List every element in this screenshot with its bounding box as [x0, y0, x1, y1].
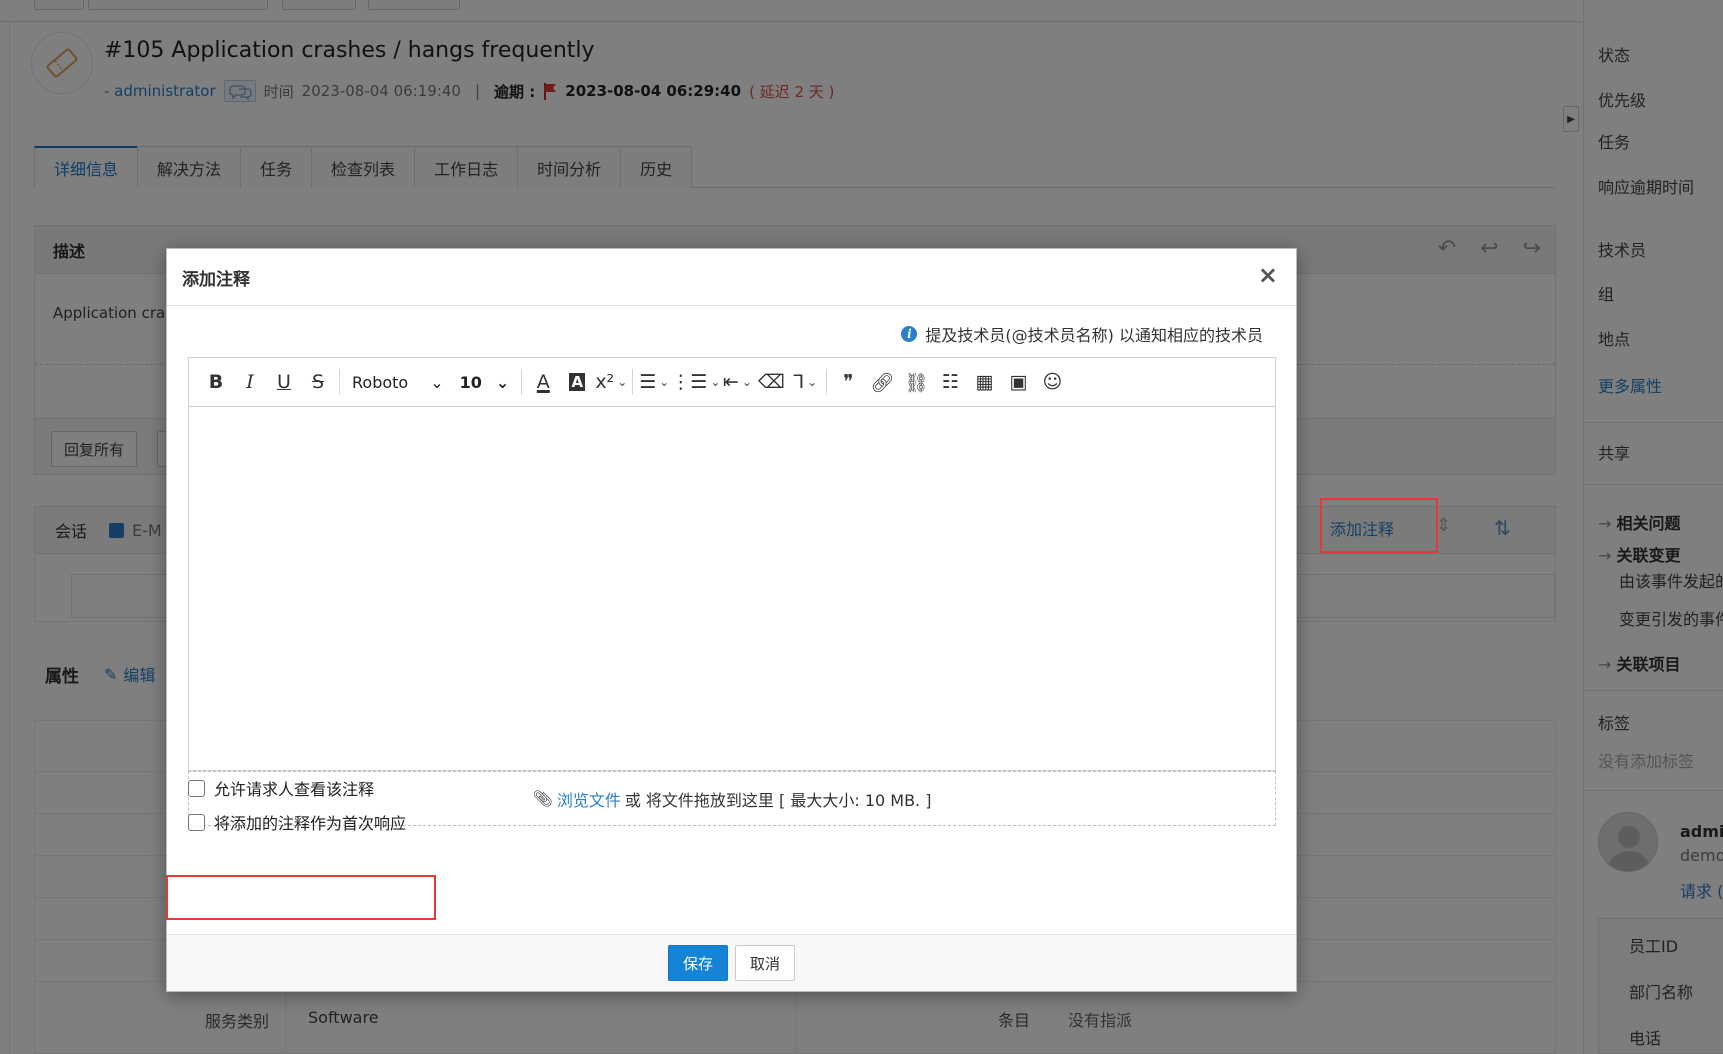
quote-icon[interactable]: ❞ [831, 366, 865, 398]
eraser-icon[interactable]: ⌫ [754, 366, 788, 398]
first-response-checkbox[interactable] [188, 813, 205, 831]
browse-files-link[interactable]: 浏览文件 [557, 787, 621, 811]
strikethrough-button[interactable]: S [301, 366, 335, 398]
font-family-value: Roboto [352, 372, 409, 392]
unlink-icon[interactable]: ⛓︎ [899, 366, 933, 398]
allow-requester-label: 允许请求人查看该注释 [214, 780, 375, 799]
editor-toolbar: B I U S Roboto ⌄ 10 ⌄ A A x² ⌄ ☰ ⌄ ⋮☰ ⌄ ⇤ ⌄ … [189, 358, 1275, 407]
highlight-first-response [166, 875, 436, 920]
align-icon[interactable]: ☰ ⌄ [637, 366, 671, 398]
emoji-icon[interactable]: ☺ [1035, 366, 1069, 398]
line-height-icon[interactable]: Ꞁ ⌄ [788, 366, 822, 398]
text-color-icon[interactable]: A [526, 366, 560, 398]
table-icon[interactable]: ▦ [967, 366, 1001, 398]
bold-button[interactable]: B [199, 366, 233, 398]
info-icon: i [901, 326, 918, 342]
dialog-header: 添加注释 × [167, 249, 1296, 306]
chevron-down-icon: ⌄ [495, 372, 510, 392]
rich-text-editor: B I U S Roboto ⌄ 10 ⌄ A A x² ⌄ ☰ ⌄ ⋮☰ ⌄ ⇤ ⌄ … [188, 357, 1276, 771]
allow-requester-option[interactable]: 允许请求人查看该注释 [188, 776, 374, 800]
close-icon[interactable]: × [1258, 263, 1278, 287]
allow-requester-checkbox[interactable] [188, 779, 205, 797]
image-icon[interactable]: ▣ [1001, 366, 1035, 398]
first-response-label: 将添加的注释作为首次响应 [214, 814, 407, 833]
font-size-value: 10 [459, 372, 482, 392]
dialog-footer: 保存 取消 [167, 934, 1296, 991]
mention-hint: i 提及技术员(@技术员名称) 以通知相应的技术员 [901, 322, 1263, 346]
font-family-select[interactable]: Roboto ⌄ [344, 373, 452, 392]
indent-icon[interactable]: ⇤ ⌄ [720, 366, 754, 398]
underline-button[interactable]: U [267, 366, 301, 398]
link-icon[interactable]: 🔗︎ [865, 366, 899, 398]
dialog-title: 添加注释 [182, 269, 250, 290]
background-color-icon[interactable]: A [560, 366, 594, 398]
mention-hint-text: 提及技术员(@技术员名称) 以通知相应的技术员 [925, 326, 1263, 345]
editor-content-area[interactable] [189, 407, 1275, 770]
chevron-down-icon: ⌄ [430, 372, 444, 392]
list-icon[interactable]: ⋮☰ ⌄ [671, 366, 720, 398]
paperclip-icon: 📎︎ [532, 789, 553, 808]
italic-button[interactable]: I [233, 366, 267, 398]
horizontal-rule-icon[interactable]: ☷ [933, 366, 967, 398]
drop-zone-text: 或 将文件拖放到这里 [ 最大大小: 10 MB. ] [624, 790, 932, 810]
cancel-button[interactable]: 取消 [735, 945, 796, 981]
highlight-add-note-top [1320, 498, 1438, 553]
save-button[interactable]: 保存 [667, 945, 728, 981]
font-size-select[interactable]: 10 ⌄ [452, 373, 518, 392]
superscript-icon[interactable]: x² ⌄ [594, 366, 628, 398]
first-response-option[interactable]: 将添加的注释作为首次响应 [188, 810, 406, 834]
